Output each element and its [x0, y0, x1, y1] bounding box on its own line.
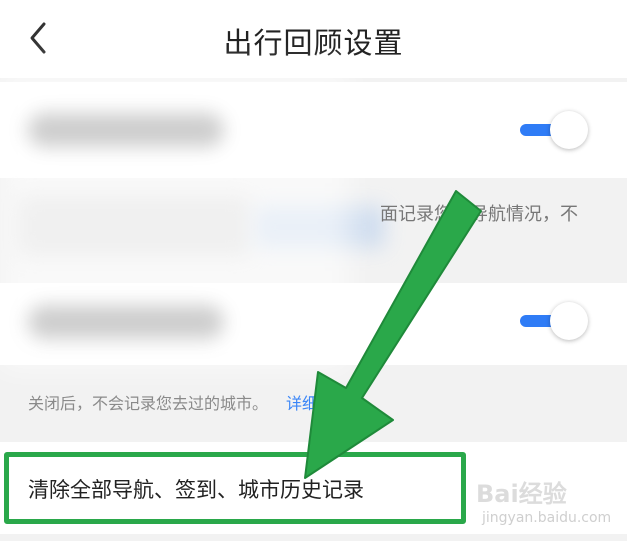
city-description-body: 关闭后，不会记录您去过的城市。: [28, 394, 269, 413]
navigation-description-text: 面记录您的导航情况，不: [380, 204, 578, 225]
navigation-record-toggle[interactable]: [518, 109, 592, 153]
page-title: 出行回顾设置: [223, 26, 404, 60]
watermark-logo-text: Bai经验: [476, 480, 567, 508]
watermark-url-text: jingyan.baidu.com: [482, 510, 612, 526]
privacy-blur-overlay: [0, 70, 350, 370]
city-record-description: 关闭后，不会记录您去过的城市。 详细说明>: [0, 365, 627, 440]
city-description-text: 关闭后，不会记录您去过的城市。 详细说明>: [28, 390, 363, 414]
city-record-toggle[interactable]: [518, 300, 592, 344]
baidu-jingyan-watermark: Bai经验 jingyan.baidu.com: [476, 474, 626, 534]
toggle-knob: [550, 302, 588, 340]
clear-history-label: 清除全部导航、签到、城市历史记录: [28, 478, 364, 502]
detail-link[interactable]: 详细说明>: [286, 394, 363, 413]
settings-screen: 出行回顾设置 面记录您的导航情况，不 关闭后，不会记录您去过的城市。 详细说明> …: [0, 0, 627, 541]
toggle-knob: [550, 111, 588, 149]
navigation-header: 出行回顾设置: [0, 0, 627, 78]
